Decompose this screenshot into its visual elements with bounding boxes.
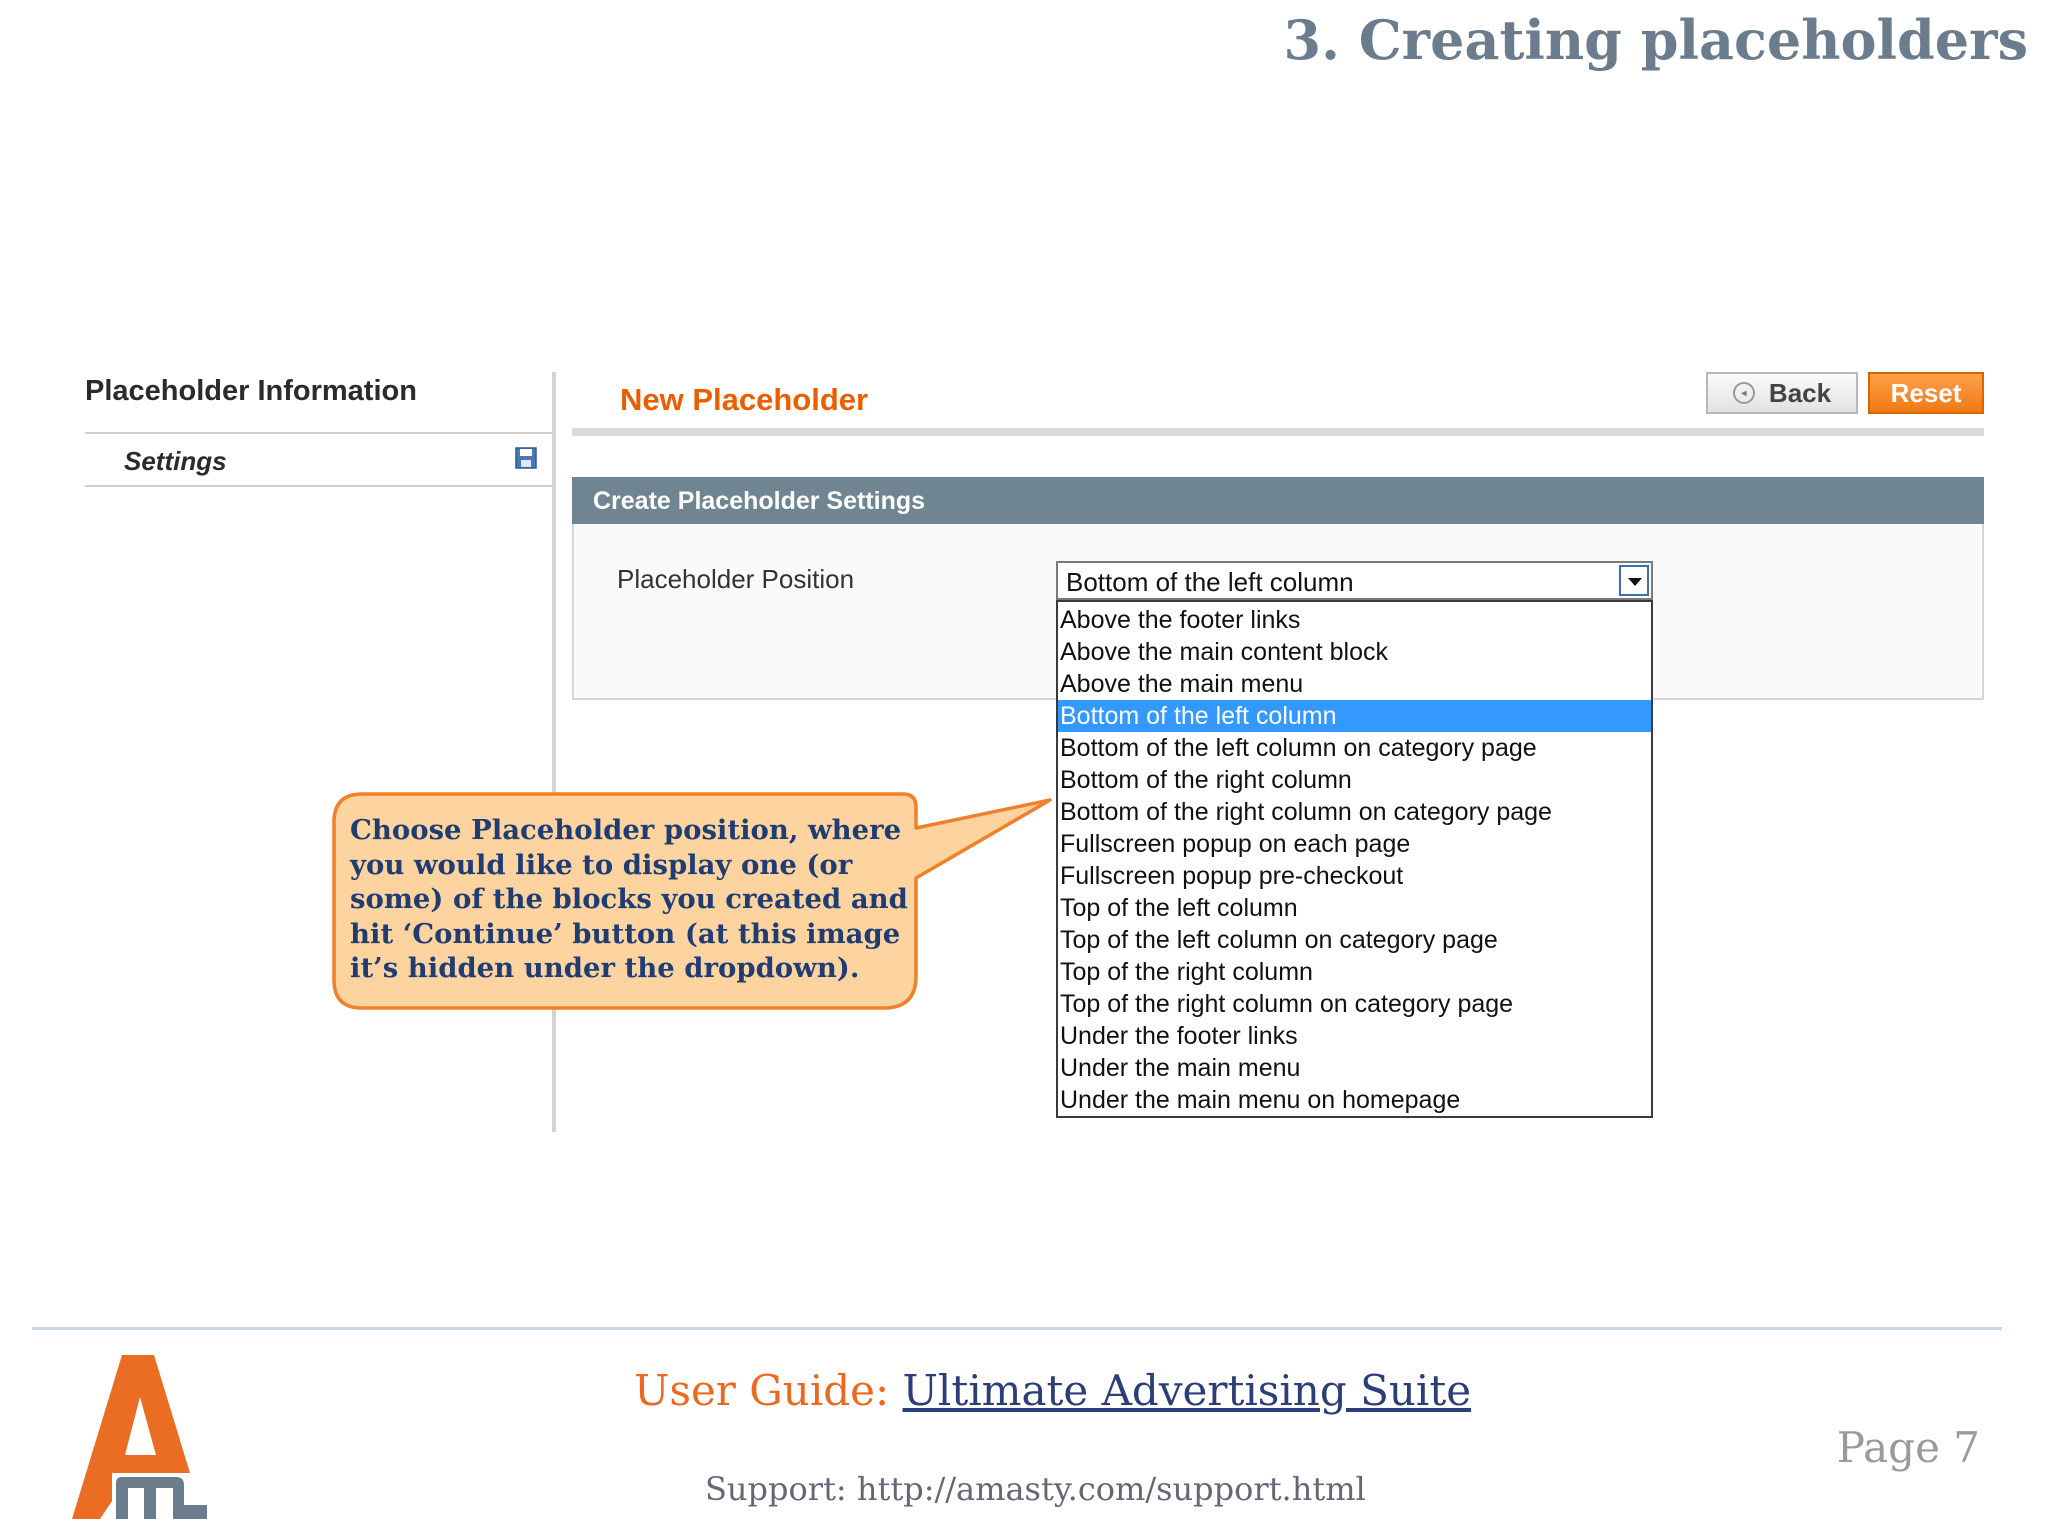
- back-arrow-icon: ◂: [1732, 382, 1755, 404]
- amasty-logo: [72, 1355, 207, 1523]
- placeholder-position-select[interactable]: Bottom of the left column: [1056, 561, 1653, 600]
- dropdown-option[interactable]: Above the main content block: [1058, 636, 1651, 668]
- back-button[interactable]: ◂ Back: [1706, 372, 1858, 414]
- back-button-label: Back: [1768, 377, 1832, 408]
- dropdown-option[interactable]: Under the footer links: [1058, 1020, 1651, 1052]
- sidebar-divider: [85, 485, 555, 487]
- dropdown-option[interactable]: Top of the right column on category page: [1058, 988, 1651, 1020]
- sidebar-item-settings[interactable]: Settings: [124, 446, 227, 477]
- form-title: New Placeholder: [620, 382, 869, 417]
- guide-prefix: User Guide:: [634, 1366, 903, 1415]
- page-heading: 3. Creating placeholders: [1283, 8, 2028, 72]
- sidebar-title: Placeholder Information: [85, 375, 417, 407]
- callout-text: Choose Placeholder position, where you w…: [350, 814, 908, 984]
- chevron-down-icon[interactable]: [1619, 565, 1649, 596]
- select-current-value: Bottom of the left column: [1066, 567, 1354, 597]
- footer-support: Support: http://amasty.com/support.html: [705, 1470, 1366, 1508]
- footer-guide: User Guide: Ultimate Advertising Suite: [634, 1366, 1471, 1415]
- save-icon: [515, 447, 537, 469]
- dropdown-option[interactable]: Above the footer links: [1058, 604, 1651, 636]
- dropdown-option[interactable]: Under the main menu on homepage: [1058, 1084, 1651, 1116]
- dropdown-option[interactable]: Fullscreen popup pre-checkout: [1058, 860, 1651, 892]
- reset-button-label: Reset: [1890, 377, 1962, 408]
- dropdown-option[interactable]: Bottom of the right column on category p…: [1058, 796, 1651, 828]
- guide-link[interactable]: Ultimate Advertising Suite: [903, 1366, 1472, 1415]
- reset-button[interactable]: Reset: [1868, 372, 1984, 414]
- dropdown-option[interactable]: Top of the right column: [1058, 956, 1651, 988]
- dropdown-option[interactable]: Above the main menu: [1058, 668, 1651, 700]
- dropdown-option[interactable]: Bottom of the left column: [1058, 700, 1651, 732]
- placeholder-position-label: Placeholder Position: [617, 564, 855, 594]
- page-number: Page 7: [1836, 1423, 1980, 1472]
- dropdown-option[interactable]: Bottom of the right column: [1058, 764, 1651, 796]
- dropdown-option[interactable]: Bottom of the left column on category pa…: [1058, 732, 1651, 764]
- dropdown-option[interactable]: Top of the left column: [1058, 892, 1651, 924]
- footer-divider: [32, 1327, 2002, 1330]
- dropdown-option[interactable]: Under the main menu: [1058, 1052, 1651, 1084]
- fieldset-header: Create Placeholder Settings: [572, 477, 1984, 524]
- dropdown-option[interactable]: Top of the left column on category page: [1058, 924, 1651, 956]
- sidebar-divider: [85, 432, 555, 434]
- dropdown-option[interactable]: Fullscreen popup on each page: [1058, 828, 1651, 860]
- dropdown-list[interactable]: Above the footer links Above the main con…: [1056, 600, 1653, 1118]
- header-divider: [572, 428, 1984, 436]
